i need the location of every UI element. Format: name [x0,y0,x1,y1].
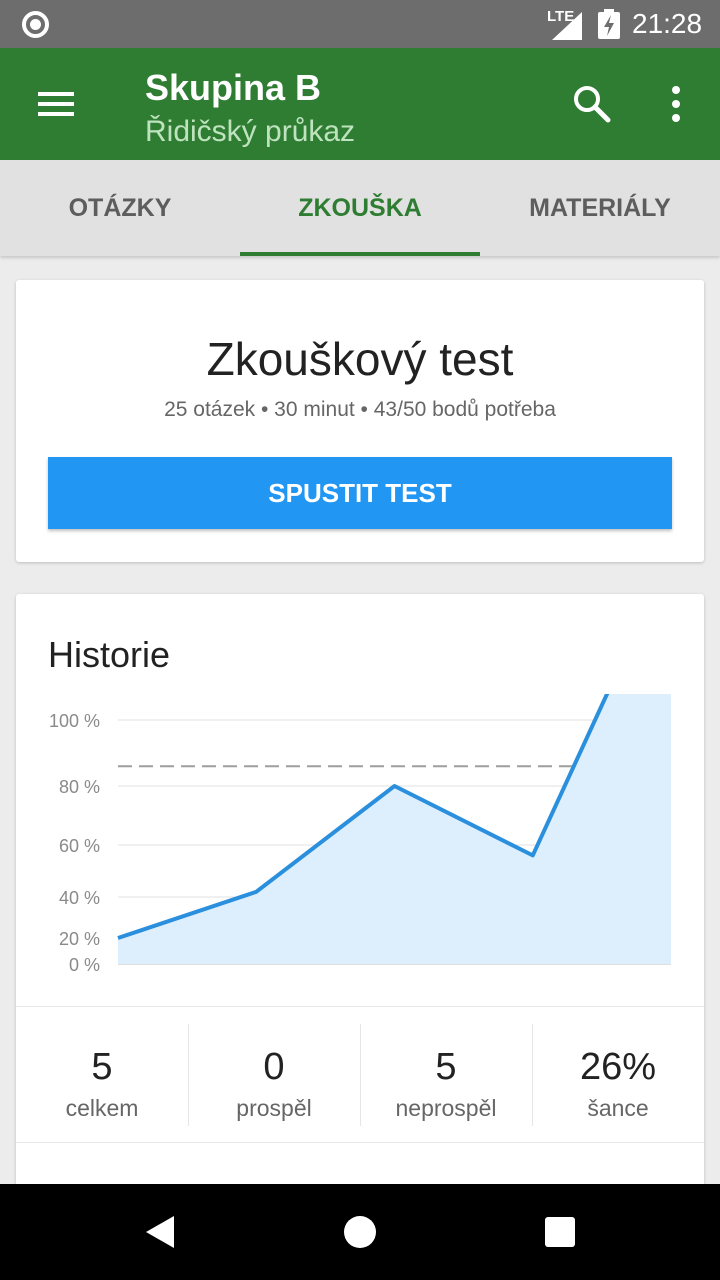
notification-dot-icon [22,11,49,38]
exam-test-info: 25 otázek • 30 minut • 43/50 bodů potřeb… [164,398,556,421]
stat-passed-value: 0 [263,1046,285,1088]
status-bar: LTE 21:28 [0,0,720,48]
chart-y-tick-label: 40 % [59,888,100,908]
stat-total-label: celkem [65,1095,139,1121]
clock: 21:28 [632,8,703,39]
tab-otazky[interactable]: OTÁZKY [0,160,240,256]
stats-divider-top [16,1006,704,1007]
history-chart: 0 % 20 % 40 % 60 % 80 % 100 % [49,694,671,975]
recents-icon[interactable] [545,1217,575,1247]
exam-test-card: Zkouškový test 25 otázek • 30 minut • 43… [16,280,704,562]
app-bar: Skupina B Řidičský průkaz [0,48,720,160]
stat-passed: 0 prospěl [188,1024,360,1126]
back-icon[interactable] [144,1216,176,1248]
stat-chance-value: 26% [579,1046,657,1088]
signal-icon [552,12,582,40]
system-nav-bar [0,1184,720,1280]
chart-y-tick-label: 80 % [59,777,100,797]
more-options-icon[interactable] [660,84,692,124]
battery-charging-icon [598,9,620,39]
app-subtitle: Řidičský průkaz [145,115,356,148]
stats-divider-bottom [16,1142,704,1143]
stat-chance-label: šance [587,1095,649,1121]
app-title: Skupina B [145,67,322,108]
tab-materialy[interactable]: MATERIÁLY [480,160,720,256]
history-card: Historie 0 % 20 % 40 % 60 % 80 % 100 % 5 celk… [16,594,704,1234]
start-test-button[interactable]: SPUSTIT TEST [48,457,672,529]
tab-zkouska[interactable]: ZKOUŠKA [240,160,480,256]
stat-failed-value: 5 [435,1046,457,1088]
stat-failed-label: neprospěl [395,1095,497,1121]
history-title: Historie [48,634,171,675]
stat-total: 5 celkem [16,1024,188,1126]
stat-total-value: 5 [91,1046,113,1088]
chart-y-tick-label: 0 % [69,955,100,975]
stat-passed-label: prospěl [236,1095,312,1121]
chart-y-tick-label: 100 % [49,711,100,731]
home-icon[interactable] [344,1216,376,1248]
stat-failed: 5 neprospěl [360,1024,532,1126]
exam-test-title: Zkouškový test [206,333,514,385]
search-icon[interactable] [570,82,614,126]
chart-y-tick-label: 60 % [59,836,100,856]
menu-icon[interactable] [34,84,78,124]
chart-y-tick-label: 20 % [59,929,100,949]
tab-bar: OTÁZKY ZKOUŠKA MATERIÁLY [0,160,720,256]
stat-chance: 26% šance [532,1024,704,1126]
